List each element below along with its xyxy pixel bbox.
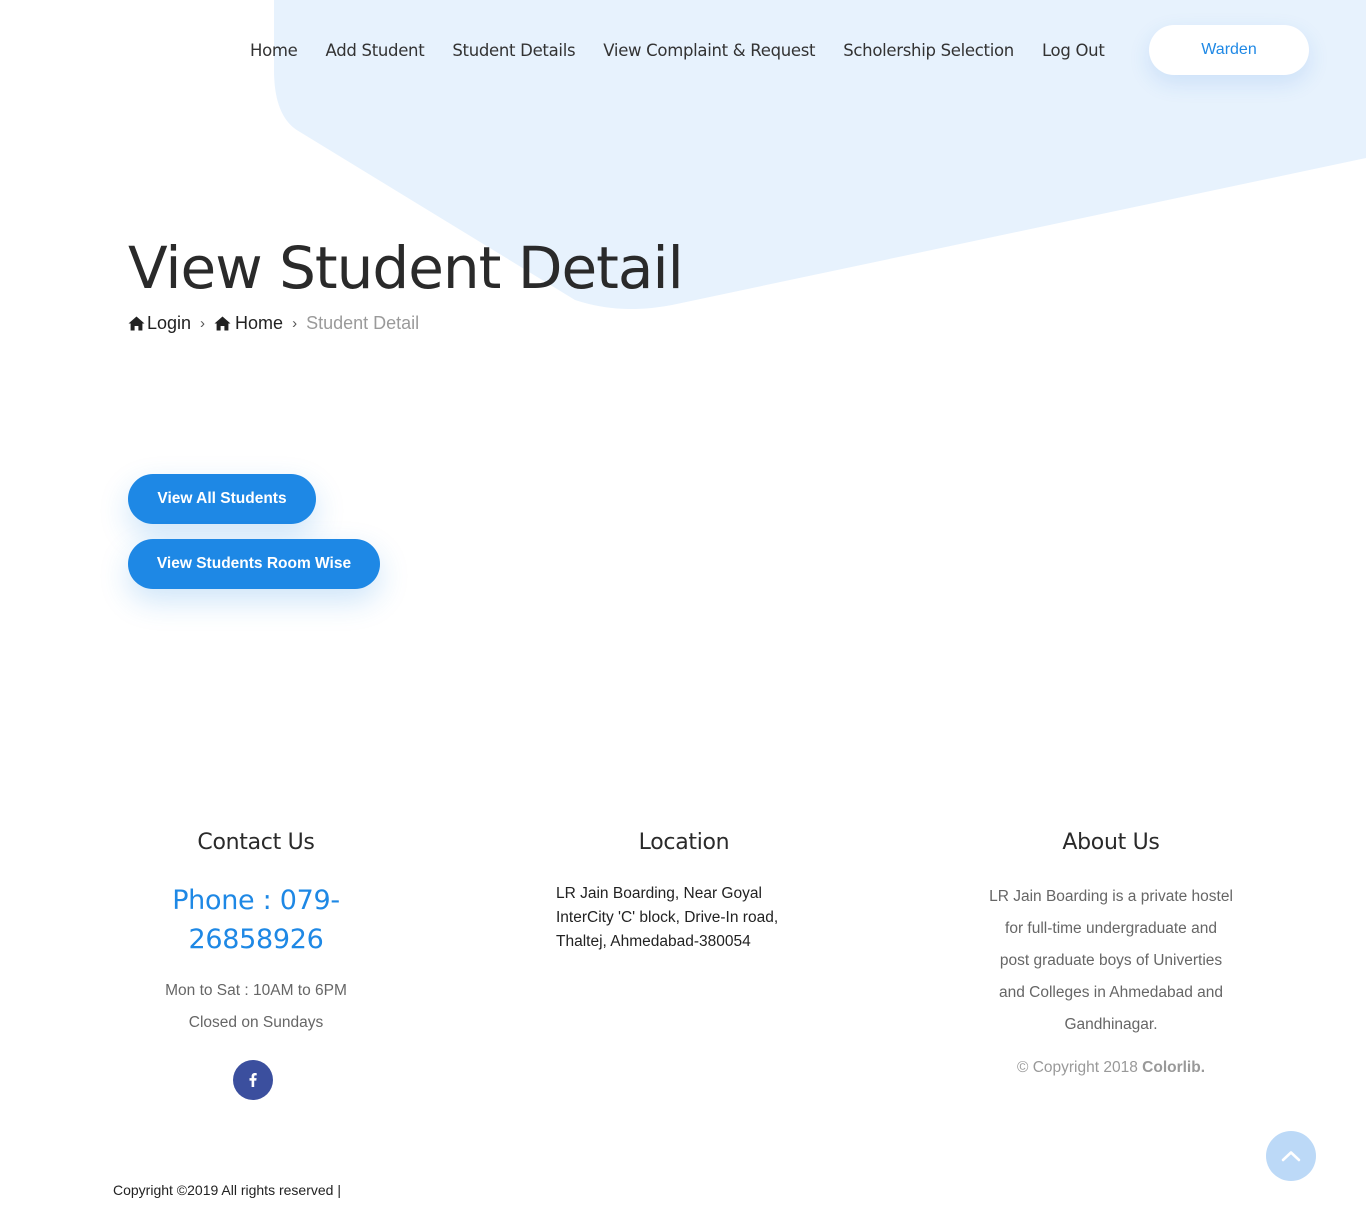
chevron-up-icon <box>1281 1151 1301 1162</box>
about-copyright-prefix: © Copyright 2018 <box>1016 1059 1143 1076</box>
breadcrumb-current: Student Detail <box>306 313 420 333</box>
home-icon <box>214 316 231 331</box>
about-text: LR Jain Boarding is a private hostel for… <box>980 881 1242 1041</box>
contact-hours: Mon to Sat : 10AM to 6PM Closed on Sunda… <box>128 975 384 1039</box>
contact-phone-line2: 26858926 <box>188 924 324 955</box>
scroll-to-top-button[interactable] <box>1266 1131 1316 1181</box>
contact-phone: Phone : 079- 26858926 <box>128 881 384 959</box>
location-line: LR Jain Boarding, Near Goyal <box>556 885 762 902</box>
about-line: Gandhinagar. <box>1064 1016 1158 1033</box>
contact-phone-line1: Phone : 079- <box>172 885 340 916</box>
nav-item-add-student[interactable]: Add Student <box>312 41 439 60</box>
location-line: Thaltej, Ahmedabad-380054 <box>556 933 751 950</box>
about-line: and Colleges in Ahmedabad and <box>998 984 1224 1001</box>
nav-item-view-complaint-request[interactable]: View Complaint & Request <box>589 41 829 60</box>
contact-heading: Contact Us <box>197 830 315 855</box>
nav-item-student-details[interactable]: Student Details <box>438 41 589 60</box>
facebook-icon[interactable] <box>233 1060 273 1100</box>
nav-item-scholership-selection[interactable]: Scholership Selection <box>829 41 1028 60</box>
breadcrumb-login[interactable]: Login <box>128 313 191 334</box>
about-line: for full-time undergraduate and <box>1005 920 1217 937</box>
location-heading: Location <box>638 830 730 855</box>
page: Home Add Student Student Details View Co… <box>0 0 1366 1231</box>
about-line: post graduate boys of Univerties <box>999 952 1223 969</box>
home-icon <box>128 316 145 331</box>
view-students-room-wise-button[interactable]: View Students Room Wise <box>128 539 380 589</box>
top-navigation: Home Add Student Student Details View Co… <box>0 25 1366 75</box>
breadcrumb: Login › Home › Student Detail <box>128 313 419 334</box>
chevron-right-icon: › <box>200 315 206 332</box>
view-all-students-button[interactable]: View All Students <box>128 474 316 524</box>
footer-about: About Us LR Jain Boarding is a private h… <box>980 830 1242 1077</box>
facebook-glyph <box>249 1073 257 1087</box>
warden-button[interactable]: Warden <box>1149 25 1309 75</box>
footer-contact: Contact Us Phone : 079- 26858926 Mon to … <box>128 830 384 1039</box>
page-title: View Student Detail <box>128 234 684 302</box>
location-address: LR Jain Boarding, Near Goyal InterCity '… <box>556 882 806 954</box>
location-line: InterCity 'C' block, Drive-In road, <box>556 909 779 926</box>
contact-hours-weekdays: Mon to Sat : 10AM to 6PM <box>165 982 347 999</box>
contact-hours-closed: Closed on Sundays <box>188 1014 324 1031</box>
colorlib-link[interactable]: Colorlib. <box>1142 1059 1205 1076</box>
breadcrumb-home-label: Home <box>235 313 284 333</box>
about-line: LR Jain Boarding is a private hostel <box>989 888 1233 905</box>
about-heading: About Us <box>1062 830 1160 855</box>
breadcrumb-login-label: Login <box>147 313 192 333</box>
footer-location: Location <box>556 830 812 855</box>
nav-menu: Home Add Student Student Details View Co… <box>236 25 1118 75</box>
about-copyright: © Copyright 2018 Colorlib. <box>980 1059 1242 1077</box>
breadcrumb-home[interactable]: Home <box>214 313 283 334</box>
bottom-copyright: Copyright ©2019 All rights reserved | <box>113 1182 341 1198</box>
chevron-right-icon: › <box>292 315 298 332</box>
nav-item-log-out[interactable]: Log Out <box>1028 41 1119 60</box>
nav-item-home[interactable]: Home <box>236 41 312 60</box>
